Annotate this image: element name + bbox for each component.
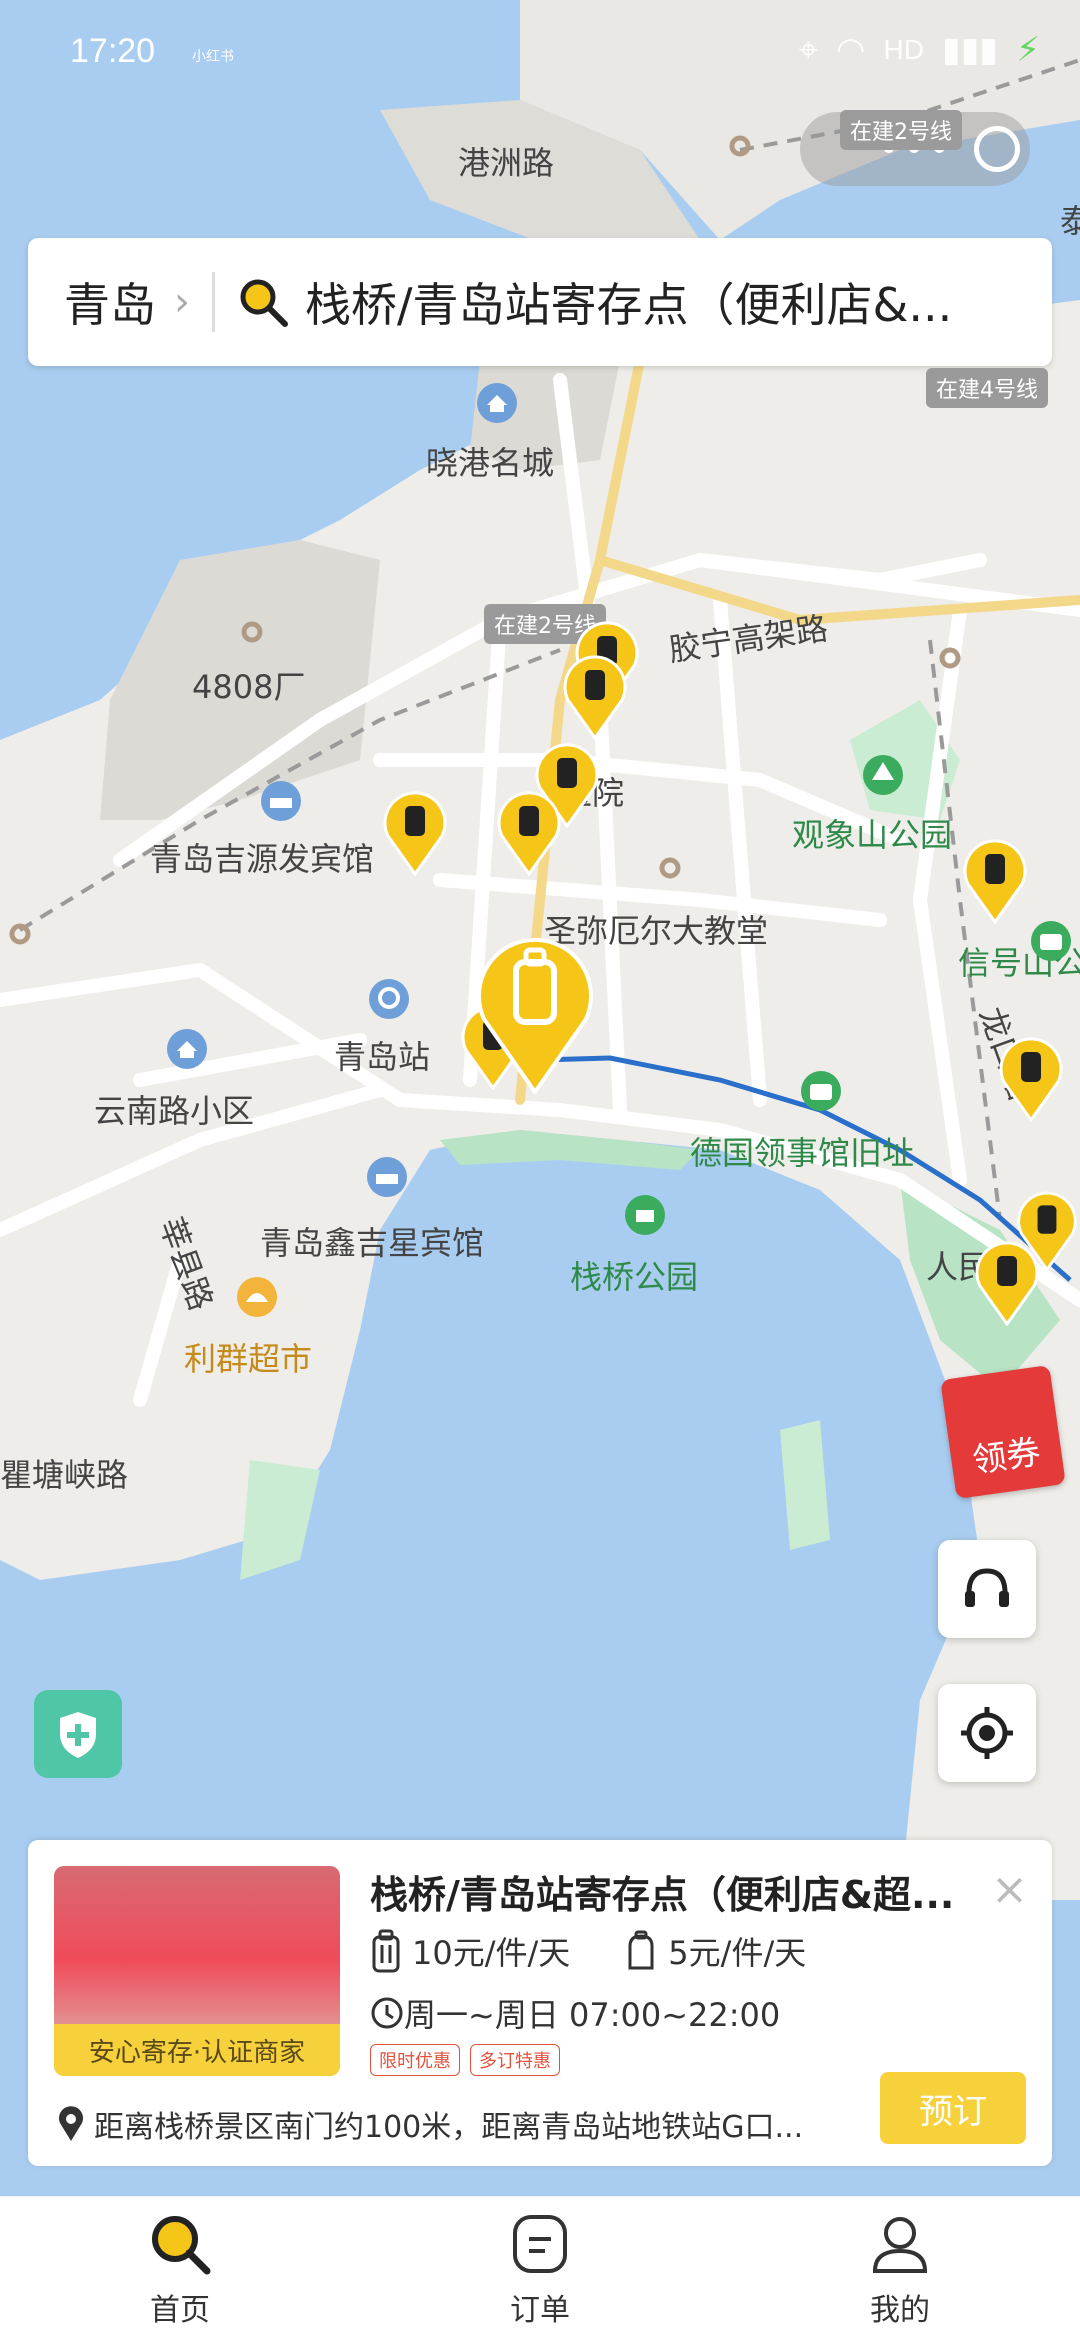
tab-label: 我的 (870, 2293, 930, 2328)
storage-pin[interactable] (494, 786, 564, 876)
map-label: 晓港名城 (426, 444, 555, 482)
price-row: 10元/件/天 5元/件/天 (370, 1928, 806, 1974)
headset-icon (965, 1568, 1009, 1607)
camera-icon (801, 1071, 841, 1111)
poi-icon (477, 383, 517, 423)
store-thumbnail: 安心寄存·认证商家 (54, 1866, 340, 2076)
storage-pin[interactable] (560, 650, 630, 740)
close-circle-icon[interactable] (974, 126, 1020, 172)
battery-icon: ⚡ (1016, 30, 1040, 70)
promo-tag: 多订特惠 (470, 2044, 560, 2076)
train-station-icon (369, 979, 409, 1019)
hours-row: 周一~周日 07:00~22:00 (370, 1990, 780, 2036)
map-label: 利群超市 (184, 1340, 313, 1378)
map-label: 观象山公园 (792, 816, 953, 854)
map-label: 青岛鑫吉星宾馆 (260, 1224, 485, 1262)
map-label: 青岛站 (334, 1038, 431, 1076)
book-button[interactable]: 预订 (880, 2072, 1026, 2144)
luggage-price: 10元/件/天 (412, 1934, 571, 1972)
hotel-icon (261, 781, 301, 821)
tab-label: 首页 (150, 2293, 210, 2328)
insurance-button[interactable] (34, 1690, 122, 1778)
signal-icon: ▮▮▮ (941, 30, 999, 70)
map-label: 泰 (1060, 202, 1080, 240)
promo-tag: 限时优惠 (370, 2044, 460, 2076)
opening-hours: 周一~周日 07:00~22:00 (404, 1996, 781, 2034)
promo-tags: 限时优惠 多订特惠 (370, 2044, 560, 2076)
supermarket-icon (237, 1277, 277, 1317)
shield-plus-icon (60, 1712, 96, 1758)
coupon-label: 领券 (970, 1432, 1043, 1482)
chevron-right-icon: › (174, 279, 190, 325)
tab-profile[interactable]: 我的 (720, 2197, 1080, 2341)
map-label: 4808厂 (192, 668, 306, 706)
map-label: 云南路小区 (94, 1092, 255, 1130)
camera-icon (1031, 921, 1071, 961)
locate-button[interactable] (938, 1684, 1036, 1782)
order-icon (513, 2215, 567, 2273)
crosshair-icon (961, 1707, 1013, 1759)
luggage-icon (372, 1929, 400, 1973)
search-icon (240, 279, 288, 327)
residence-icon (167, 1029, 207, 1069)
storage-pin[interactable] (380, 786, 450, 876)
customer-service-button[interactable] (938, 1540, 1036, 1638)
road-tag-line2-top: 在建2号线 (840, 110, 962, 150)
coupon-button[interactable]: 领券 (940, 1364, 1066, 1500)
city-selector[interactable]: 青岛 (64, 269, 156, 335)
divider (212, 272, 215, 332)
status-time: 17:20 (70, 32, 156, 70)
park-icon (863, 755, 903, 795)
search-query[interactable]: 栈桥/青岛站寄存点（便利店&... (305, 269, 1025, 335)
close-icon[interactable]: × (991, 1864, 1028, 1915)
location-pin-icon (59, 2106, 83, 2141)
network-type: HD (883, 34, 924, 65)
store-address: 距离栈桥景区南门约100米，距离青岛站地铁站G口... (94, 2110, 804, 2145)
tab-label: 订单 (510, 2293, 570, 2328)
map-label: 青岛吉源发宾馆 (150, 840, 375, 878)
map-label: 港洲路 (458, 144, 555, 182)
location-icon: ⌖ (798, 30, 818, 70)
bag-price: 5元/件/天 (668, 1934, 807, 1972)
clock-icon (371, 1997, 403, 2029)
address-row: 距离栈桥景区南门约100米，距离青岛站地铁站G口... (56, 2102, 896, 2146)
store-card[interactable]: 安心寄存·认证商家 栈桥/青岛站寄存点（便利店&超... × 10元/件/天 5… (28, 1840, 1052, 2166)
tab-orders[interactable]: 订单 (360, 2197, 720, 2341)
status-icons: ⌖ ◠ HD ▮▮▮ ⚡ (799, 30, 1040, 70)
search-bar[interactable]: 青岛 › 栈桥/青岛站寄存点（便利店&... (28, 238, 1052, 366)
status-small-text: 小红书 (192, 49, 234, 65)
search-icon (152, 2216, 211, 2275)
map-label: 德国领事馆旧址 (690, 1134, 915, 1172)
certified-badge: 安心寄存·认证商家 (54, 2024, 340, 2076)
backpack-icon (628, 1930, 654, 1970)
tab-home[interactable]: 首页 (0, 2197, 360, 2341)
road-tag-line4: 在建4号线 (926, 368, 1048, 408)
status-bar: 17:20 小红书 ⌖ ◠ HD ▮▮▮ ⚡ (0, 0, 1080, 100)
mini-program-capsule[interactable]: 在建2号线 ••• (800, 110, 1030, 186)
user-icon (872, 2217, 928, 2273)
bottom-tab-bar: 首页 订单 我的 (0, 2196, 1080, 2341)
storage-pin[interactable] (996, 1032, 1066, 1122)
park-icon (625, 1195, 665, 1235)
storage-pin[interactable] (972, 1236, 1042, 1326)
store-title[interactable]: 栈桥/青岛站寄存点（便利店&超... (370, 1864, 970, 1919)
selected-storage-pin[interactable] (470, 924, 600, 1094)
wifi-icon: ◠ (835, 30, 866, 70)
map-label: 栈桥公园 (570, 1258, 699, 1296)
map-label: 瞿塘峡路 (0, 1456, 129, 1494)
storage-pin[interactable] (960, 834, 1030, 924)
hotel-icon (367, 1157, 407, 1197)
